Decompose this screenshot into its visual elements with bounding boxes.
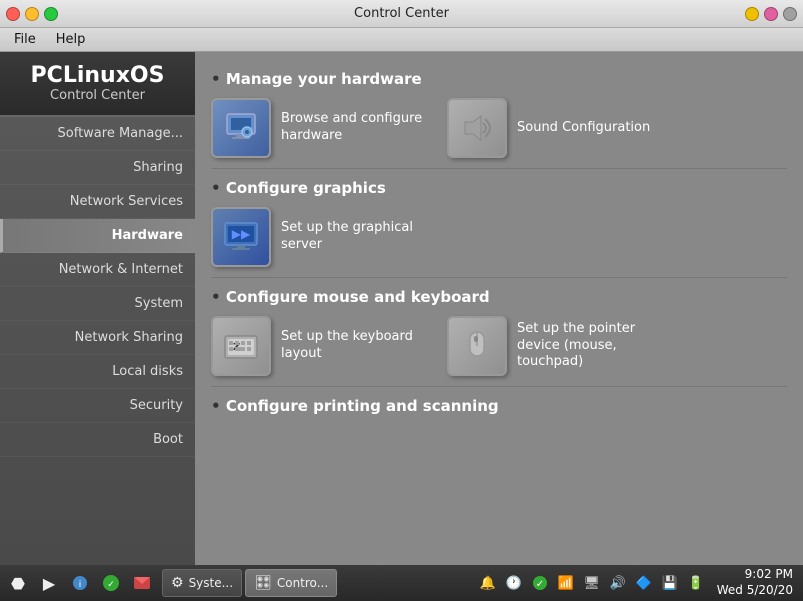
main-container: PCLinuxOS Control Center Software Manage…	[0, 52, 803, 565]
sidebar-item-hardware[interactable]: Hardware	[0, 219, 195, 253]
sidebar-item-network-services[interactable]: Network Services	[0, 185, 195, 219]
graphical-server-icon: ▶▶	[211, 207, 271, 267]
right-btn-1[interactable]	[745, 7, 759, 21]
control-app-icon: 🎛	[254, 575, 272, 591]
section-header-hardware: Manage your hardware	[211, 70, 787, 88]
tray-drive-icon[interactable]: 💾	[659, 572, 681, 594]
right-btn-2[interactable]	[764, 7, 778, 21]
section-header-mouse-keyboard: Configure mouse and keyboard	[211, 288, 787, 306]
taskbar-icon-4[interactable]: ✓	[97, 569, 125, 597]
tray-display-icon[interactable]: 🖥	[581, 572, 603, 594]
content-area: Manage your hardware Browse and configur…	[195, 52, 803, 565]
keyboard-layout-icon: Z	[211, 316, 271, 376]
window-title: Control Center	[354, 6, 449, 21]
section-header-printing: Configure printing and scanning	[211, 397, 787, 415]
sidebar-item-boot[interactable]: Boot	[0, 423, 195, 457]
titlebar: Control Center	[0, 0, 803, 28]
tray-check-icon[interactable]: ✓	[529, 572, 551, 594]
sound-config-item[interactable]: Sound Configuration	[447, 98, 667, 158]
svg-text:✓: ✓	[536, 579, 544, 590]
sidebar: PCLinuxOS Control Center Software Manage…	[0, 52, 195, 565]
tray-clock-icon[interactable]: 🕐	[503, 572, 525, 594]
system-app-label: Syste...	[189, 576, 234, 590]
browse-hardware-item[interactable]: Browse and configurehardware	[211, 98, 431, 158]
divider-2	[211, 277, 787, 278]
close-button[interactable]	[6, 7, 20, 21]
keyboard-layout-label: Set up the keyboardlayout	[281, 329, 413, 363]
taskbar-icon-2[interactable]: ▶	[35, 569, 63, 597]
app-name: PCLinuxOS	[8, 64, 187, 88]
sidebar-item-software[interactable]: Software Manage...	[0, 117, 195, 151]
taskbar-apps: ⚙ Syste... 🎛 Contro...	[162, 569, 475, 597]
window-controls-right[interactable]	[745, 7, 797, 21]
sidebar-item-security[interactable]: Security	[0, 389, 195, 423]
sidebar-item-network-sharing[interactable]: Network Sharing	[0, 321, 195, 355]
sidebar-nav: Software Manage... Sharing Network Servi…	[0, 117, 195, 565]
sidebar-item-network-internet[interactable]: Network & Internet	[0, 253, 195, 287]
control-app-label: Contro...	[277, 576, 328, 590]
clock: 9:02 PM Wed 5/20/20	[711, 567, 799, 598]
window-controls[interactable]	[6, 7, 58, 21]
app-subtitle: Control Center	[8, 88, 187, 103]
right-btn-3[interactable]	[783, 7, 797, 21]
sound-config-icon	[447, 98, 507, 158]
tray-battery-icon[interactable]: 🔋	[685, 572, 707, 594]
sidebar-item-local-disks[interactable]: Local disks	[0, 355, 195, 389]
taskbar-app-control[interactable]: 🎛 Contro...	[245, 569, 337, 597]
taskbar-app-system[interactable]: ⚙ Syste...	[162, 569, 242, 597]
sound-config-label: Sound Configuration	[517, 120, 650, 137]
browse-hardware-icon	[211, 98, 271, 158]
clock-date: Wed 5/20/20	[717, 583, 793, 599]
tray-bluetooth-icon[interactable]: 🔷	[633, 572, 655, 594]
divider-1	[211, 168, 787, 169]
svg-text:▶▶: ▶▶	[232, 227, 251, 241]
mouse-setup-label: Set up the pointerdevice (mouse,touchpad…	[517, 321, 635, 372]
svg-text:✓: ✓	[107, 580, 115, 590]
menubar: File Help	[0, 28, 803, 52]
taskbar-icon-5[interactable]	[128, 569, 156, 597]
sidebar-item-sharing[interactable]: Sharing	[0, 151, 195, 185]
keyboard-layout-item[interactable]: Z Set up the keyboardlayout	[211, 316, 431, 376]
taskbar-left: ⬣ ▶ i ✓	[4, 569, 156, 597]
browse-hardware-label: Browse and configurehardware	[281, 111, 422, 145]
maximize-button[interactable]	[44, 7, 58, 21]
menu-help[interactable]: Help	[46, 30, 96, 49]
clock-time: 9:02 PM	[717, 567, 793, 583]
mouse-setup-item[interactable]: Set up the pointerdevice (mouse,touchpad…	[447, 316, 667, 376]
taskbar: ⬣ ▶ i ✓ ⚙ Syste... 🎛 Contro... 🔔 🕐 ✓ 📶 🖥…	[0, 565, 803, 601]
taskbar-right: 🔔 🕐 ✓ 📶 🖥 🔊 🔷 💾 🔋 9:02 PM Wed 5/20/20	[477, 567, 799, 598]
tray-bell-icon[interactable]: 🔔	[477, 572, 499, 594]
taskbar-icon-3[interactable]: i	[66, 569, 94, 597]
system-app-icon: ⚙	[171, 575, 184, 591]
svg-text:i: i	[79, 580, 82, 590]
section-header-graphics: Configure graphics	[211, 179, 787, 197]
graphical-server-item[interactable]: ▶▶ Set up the graphicalserver	[211, 207, 431, 267]
mouse-keyboard-items: Z Set up the keyboardlayout	[211, 316, 787, 376]
graphics-items: ▶▶ Set up the graphicalserver	[211, 207, 787, 267]
hardware-items: Browse and configurehardware Sound Confi…	[211, 98, 787, 158]
graphical-server-label: Set up the graphicalserver	[281, 220, 413, 254]
menu-file[interactable]: File	[4, 30, 46, 49]
mouse-setup-icon	[447, 316, 507, 376]
divider-3	[211, 386, 787, 387]
taskbar-icon-1[interactable]: ⬣	[4, 569, 32, 597]
sidebar-logo: PCLinuxOS Control Center	[0, 52, 195, 117]
tray-network-icon[interactable]: 📶	[555, 572, 577, 594]
tray-volume-icon[interactable]: 🔊	[607, 572, 629, 594]
sidebar-item-system[interactable]: System	[0, 287, 195, 321]
minimize-button[interactable]	[25, 7, 39, 21]
